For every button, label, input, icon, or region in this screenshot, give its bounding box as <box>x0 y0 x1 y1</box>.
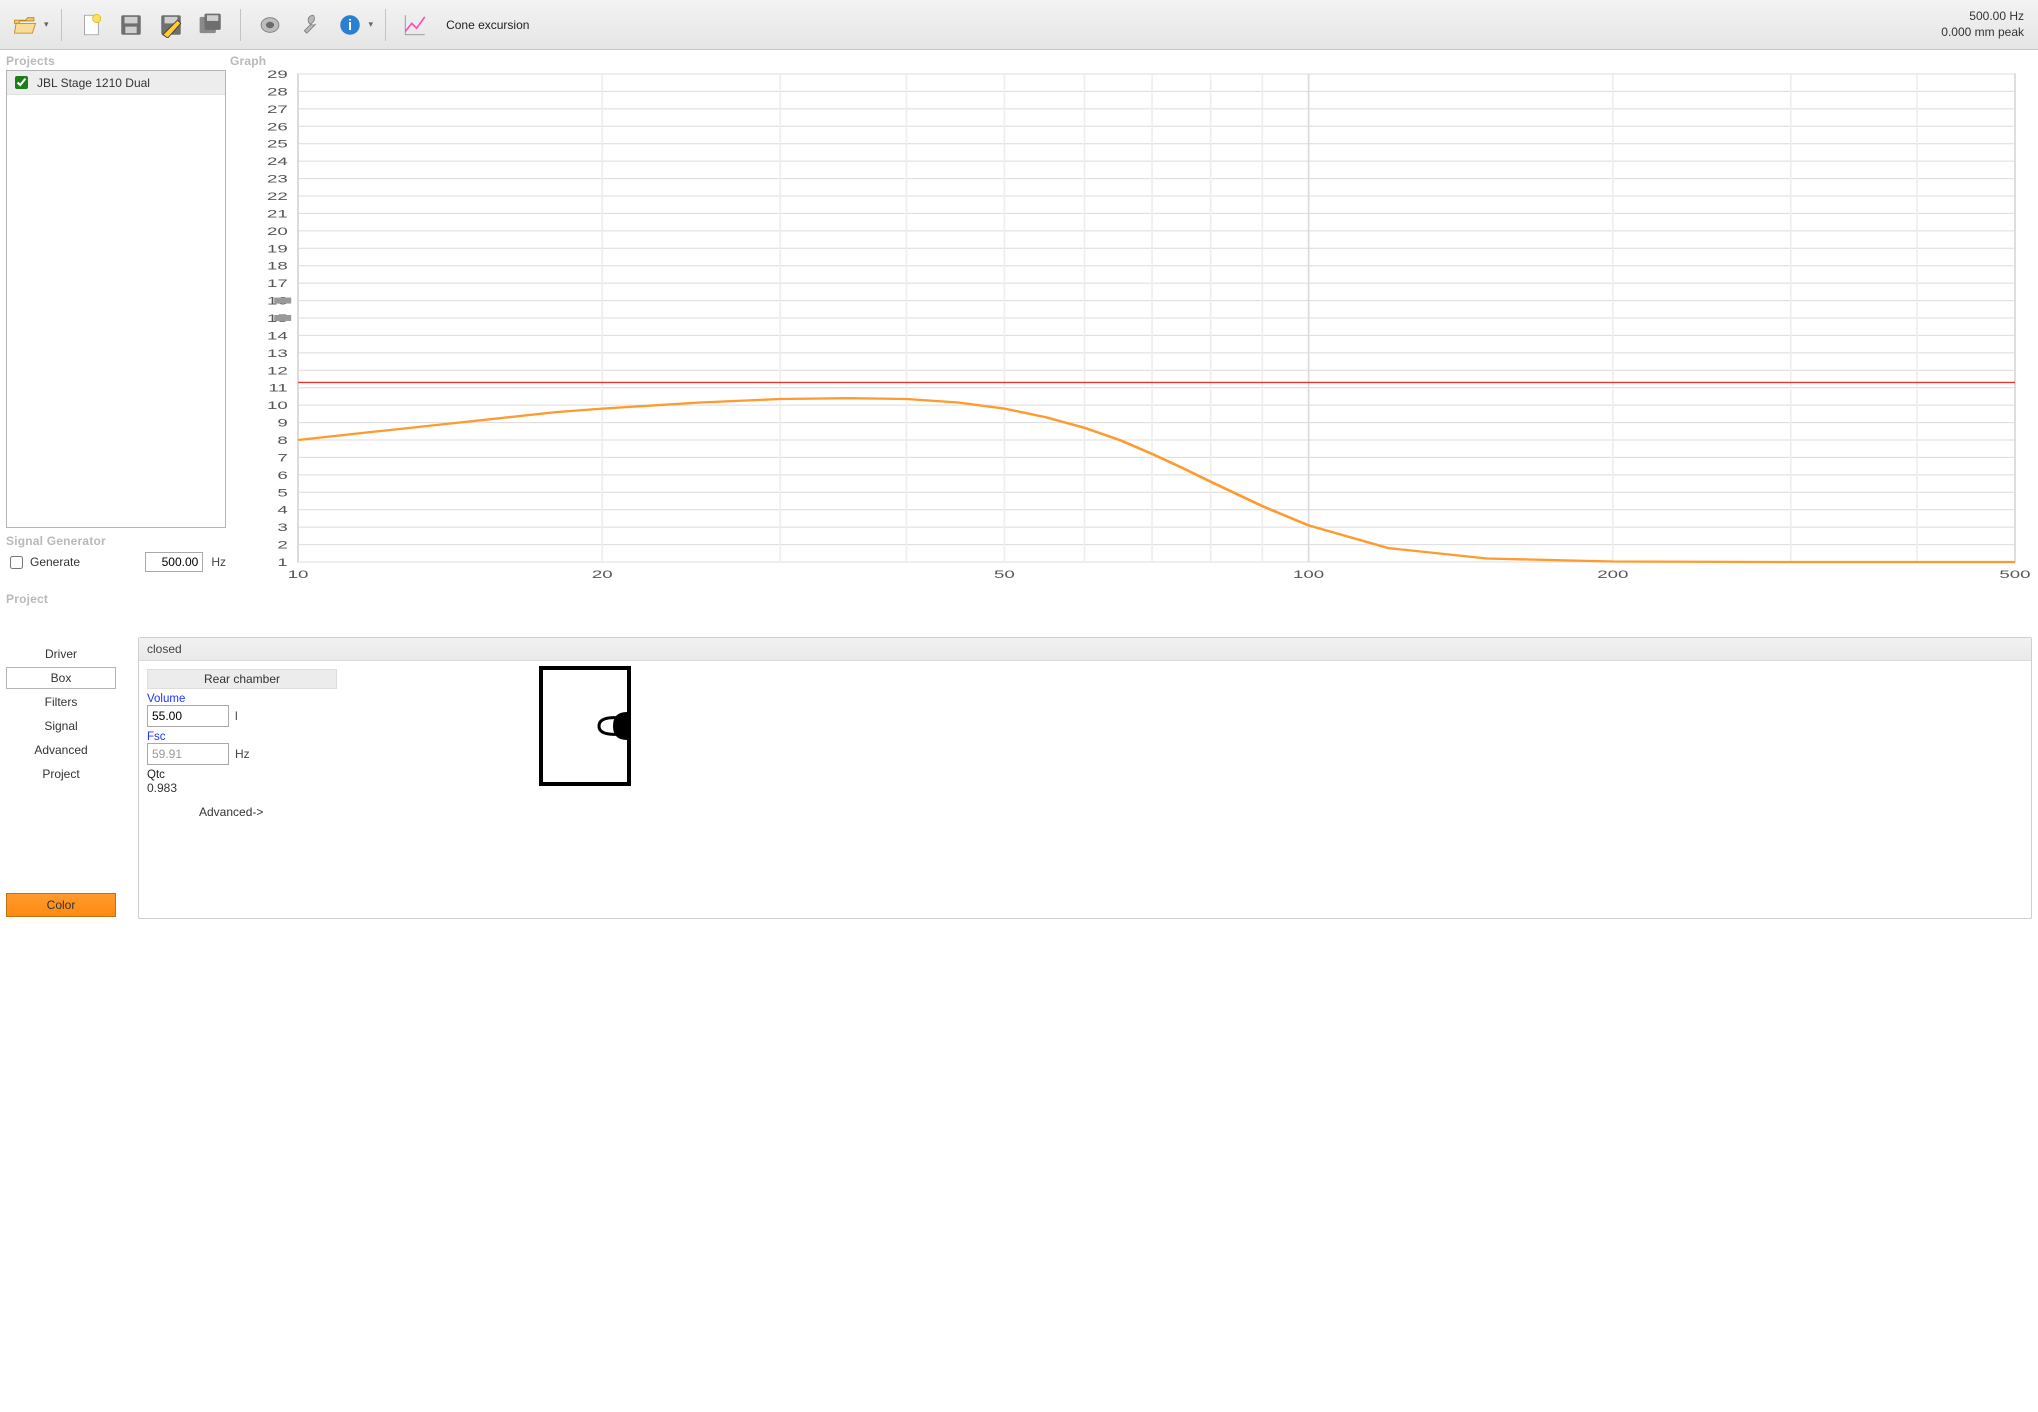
project-list[interactable]: JBL Stage 1210 Dual <box>6 70 226 528</box>
tab-project[interactable]: Project <box>6 763 116 785</box>
color-button[interactable]: Color <box>6 893 116 917</box>
volume-unit: l <box>235 709 238 723</box>
svg-text:13: 13 <box>267 348 288 360</box>
svg-text:i: i <box>348 17 352 33</box>
svg-text:6: 6 <box>277 470 287 482</box>
volume-label: Volume <box>147 693 2023 705</box>
project-checkbox[interactable] <box>15 76 28 89</box>
svg-text:21: 21 <box>267 208 288 220</box>
info-icon[interactable]: i <box>333 8 367 42</box>
readout-frequency: 500.00 Hz <box>1941 9 2024 25</box>
volume-input[interactable] <box>147 705 229 727</box>
svg-text:28: 28 <box>267 86 288 98</box>
svg-text:4: 4 <box>277 504 288 516</box>
chart-mode-label[interactable]: Cone excursion <box>446 18 529 32</box>
project-panel-title: Project <box>6 592 2032 629</box>
svg-text:50: 50 <box>994 569 1015 581</box>
generate-checkbox-wrap[interactable]: Generate <box>6 553 80 572</box>
box-type-label: closed <box>139 638 2031 661</box>
svg-text:17: 17 <box>267 278 288 290</box>
svg-text:27: 27 <box>267 104 288 116</box>
open-icon[interactable] <box>8 8 42 42</box>
save-icon[interactable] <box>114 8 148 42</box>
edit-icon[interactable] <box>154 8 188 42</box>
svg-text:24: 24 <box>267 156 288 168</box>
generator-frequency-unit: Hz <box>211 555 226 569</box>
svg-text:200: 200 <box>1597 569 1628 581</box>
svg-text:3: 3 <box>277 522 287 534</box>
svg-text:14: 14 <box>267 330 288 342</box>
signal-generator-title: Signal Generator <box>6 534 226 548</box>
svg-text:22: 22 <box>267 191 288 203</box>
qtc-label: Qtc <box>147 769 2023 781</box>
save-as-icon[interactable] <box>194 8 228 42</box>
toolbar: ▾ <box>0 0 2038 50</box>
svg-text:8: 8 <box>277 435 287 447</box>
svg-text:2: 2 <box>277 539 287 551</box>
enclosure-diagram <box>539 666 631 786</box>
chart-type-icon[interactable] <box>398 8 432 42</box>
qtc-value: 0.983 <box>147 781 177 795</box>
tab-box[interactable]: Box <box>6 667 116 689</box>
generator-frequency-input[interactable] <box>145 552 203 572</box>
svg-text:9: 9 <box>277 417 287 429</box>
tab-signal[interactable]: Signal <box>6 715 116 737</box>
svg-text:7: 7 <box>277 452 287 464</box>
speaker-icon[interactable] <box>253 8 287 42</box>
info-dropdown-caret[interactable]: ▾ <box>369 19 374 30</box>
fsc-label: Fsc <box>147 731 2023 743</box>
advanced-link[interactable]: Advanced-> <box>199 805 2023 819</box>
box-panel: closed Rear chamber Volume l Fsc Hz Qtc … <box>138 637 2032 920</box>
toolbar-readout: 500.00 Hz 0.000 mm peak <box>1941 9 2030 40</box>
svg-text:11: 11 <box>268 382 287 394</box>
readout-value: 0.000 mm peak <box>1941 25 2024 41</box>
fsc-input <box>147 743 229 765</box>
svg-text:100: 100 <box>1293 569 1324 581</box>
graph-title: Graph <box>230 54 2032 68</box>
project-label: JBL Stage 1210 Dual <box>37 76 150 90</box>
svg-text:10: 10 <box>267 400 288 412</box>
tools-icon[interactable] <box>293 8 327 42</box>
open-dropdown-caret[interactable]: ▾ <box>44 19 49 30</box>
project-row[interactable]: JBL Stage 1210 Dual <box>7 71 225 95</box>
tab-driver[interactable]: Driver <box>6 643 116 665</box>
tab-advanced[interactable]: Advanced <box>6 739 116 761</box>
new-file-icon[interactable] <box>74 8 108 42</box>
svg-text:12: 12 <box>267 365 288 377</box>
svg-text:18: 18 <box>267 260 288 272</box>
tab-filters[interactable]: Filters <box>6 691 116 713</box>
svg-text:25: 25 <box>267 138 288 150</box>
svg-text:20: 20 <box>592 569 613 581</box>
svg-text:500: 500 <box>1999 569 2030 581</box>
graph-canvas[interactable]: 1234567891011121314151617181920212223242… <box>230 70 2032 590</box>
svg-text:19: 19 <box>267 243 288 255</box>
project-tabs: Driver Box Filters Signal Advanced Proje… <box>6 637 132 920</box>
generate-checkbox[interactable] <box>10 556 23 569</box>
svg-text:23: 23 <box>267 173 288 185</box>
generate-label: Generate <box>30 555 80 569</box>
svg-text:10: 10 <box>288 569 309 581</box>
svg-text:20: 20 <box>267 226 288 238</box>
svg-text:29: 29 <box>267 70 288 81</box>
fsc-unit: Hz <box>235 747 250 761</box>
svg-text:26: 26 <box>267 121 288 133</box>
projects-title: Projects <box>6 54 226 68</box>
svg-text:5: 5 <box>277 487 287 499</box>
rear-chamber-header: Rear chamber <box>147 669 337 689</box>
svg-text:1: 1 <box>277 557 287 569</box>
